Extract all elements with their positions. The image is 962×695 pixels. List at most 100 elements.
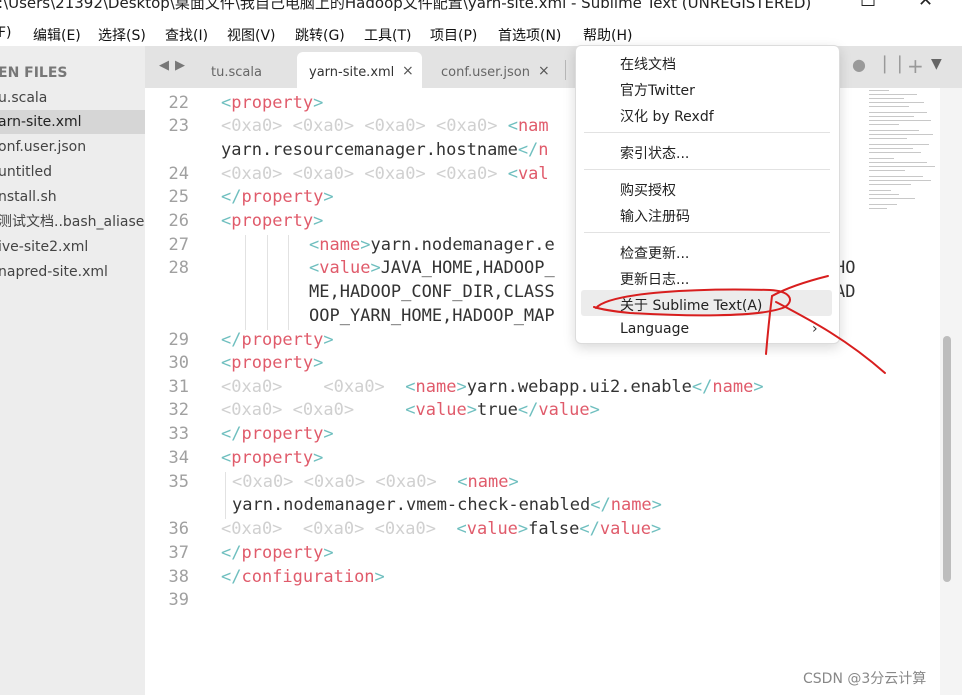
menu-preferences[interactable]: 首选项(N) xyxy=(498,25,561,45)
menu-project[interactable]: 项目(P) xyxy=(430,25,477,45)
code-line-37: </property> xyxy=(221,543,334,563)
menu-bar: F) 编辑(E) 选择(S) 查找(I) 视图(V) 跳转(G) 工具(T) 项… xyxy=(0,22,962,46)
line-number: 39 xyxy=(168,590,189,610)
sidebar-file[interactable]: untitled xyxy=(0,160,145,184)
minimap[interactable] xyxy=(867,88,939,218)
tag-property: property xyxy=(241,543,324,563)
close-icon[interactable]: ✕ xyxy=(918,0,933,11)
tab[interactable]: conf.user.json × xyxy=(427,52,557,88)
nbsp-marker: <0xa0> xyxy=(232,472,294,492)
tag-property: property xyxy=(231,93,314,113)
menu-item-language[interactable]: Language xyxy=(620,321,689,337)
tab-close-icon[interactable]: × xyxy=(402,63,414,79)
menu-item-changelog[interactable]: 更新日志... xyxy=(620,269,689,289)
line-number: 27 xyxy=(168,235,189,255)
code-line-22: <property> xyxy=(221,93,324,113)
indent-guide xyxy=(245,235,246,330)
tab-active[interactable]: yarn-site.xml × xyxy=(297,52,422,88)
value-true: true xyxy=(476,400,518,420)
window-title: :\Users\21392\Desktop\桌面文件\我自己电脑上的Hadoop… xyxy=(0,0,812,12)
help-menu-dropdown: 在线文档 官方Twitter 汉化 by Rexdf 索引状态... 购买授权 … xyxy=(575,45,840,344)
plus-icon[interactable]: + xyxy=(907,54,924,78)
line-number: 22 xyxy=(168,93,189,113)
indent-guide xyxy=(267,235,268,330)
menu-help[interactable]: 帮助(H) xyxy=(583,25,632,45)
sidebar-file[interactable]: napred-site.xml xyxy=(0,260,145,284)
nbsp-marker: <0xa0> xyxy=(292,116,355,136)
code-line-31: <0xa0> <0xa0> <name>yarn.webapp.ui2.enab… xyxy=(221,377,764,397)
code-line-29: </property> xyxy=(221,330,334,350)
sidebar-file-active[interactable]: arn-site.xml xyxy=(0,110,145,134)
nbsp-marker: <0xa0> xyxy=(221,377,283,397)
tab-label: tu.scala xyxy=(211,65,262,80)
sidebar-file[interactable]: onf.user.json xyxy=(0,135,145,159)
menu-tools[interactable]: 工具(T) xyxy=(364,25,411,45)
value-part-2: ME,HADOOP_CONF_DIR,CLASS xyxy=(309,282,555,302)
menu-edit[interactable]: 编辑(E) xyxy=(33,25,81,45)
code-line-33: </property> xyxy=(221,424,334,444)
maximize-icon[interactable]: ☐ xyxy=(860,0,876,11)
code-line-23: <0xa0> <0xa0> <0xa0> <0xa0> <nam xyxy=(221,116,549,136)
nbsp-marker: <0xa0> xyxy=(364,164,426,184)
menu-file[interactable]: F) xyxy=(0,25,12,41)
code-line-23-wrap: yarn.resourcemanager.hostname</n xyxy=(221,140,549,160)
menu-item-twitter[interactable]: 官方Twitter xyxy=(620,80,695,100)
line-number: 36 xyxy=(168,519,189,539)
property-name-partial: yarn.nodemanager.e xyxy=(370,235,555,255)
code-line-25: </property> xyxy=(221,187,334,207)
sidebar-file[interactable]: ive-site2.xml xyxy=(0,235,145,259)
tag-configuration: configuration xyxy=(241,567,375,587)
chevron-right-icon[interactable]: ▶ xyxy=(175,58,185,73)
menu-item-about[interactable]: 关于 Sublime Text(A) xyxy=(620,295,762,315)
sidebar: EN FILES u.scala arn-site.xml onf.user.j… xyxy=(0,46,145,695)
tag-name: name xyxy=(467,472,509,492)
sidebar-file[interactable]: u.scala xyxy=(0,86,145,110)
chevron-left-icon[interactable]: ◀ xyxy=(159,58,169,73)
scrollbar-thumb[interactable] xyxy=(943,336,951,582)
tag-value: value xyxy=(319,258,371,278)
dirty-dot-icon: ● xyxy=(852,55,866,74)
property-name-hostname: yarn.resourcemanager.hostname xyxy=(221,140,518,160)
menu-item-online-docs[interactable]: 在线文档 xyxy=(620,54,676,74)
tag-value: value xyxy=(466,519,518,539)
line-number: 34 xyxy=(168,448,189,468)
tab-close-icon[interactable]: × xyxy=(538,63,550,79)
nbsp-marker: <0xa0> xyxy=(436,164,498,184)
menu-item-enter-license[interactable]: 输入注册码 xyxy=(620,206,690,226)
split-icon[interactable]: ❘❘ xyxy=(877,53,907,74)
tag-name: name xyxy=(319,235,361,255)
code-line-36: <0xa0> <0xa0> <0xa0> <value>false</value… xyxy=(221,519,662,539)
line-number: 31 xyxy=(168,377,189,397)
nbsp-marker: <0xa0> xyxy=(221,519,283,539)
menu-item-localization[interactable]: 汉化 by Rexdf xyxy=(620,106,714,126)
line-number: 37 xyxy=(168,543,189,563)
menu-item-purchase-license[interactable]: 购买授权 xyxy=(620,180,676,200)
line-number: 23 xyxy=(168,116,189,136)
code-line-30: <property> xyxy=(221,353,324,373)
menu-item-index-status[interactable]: 索引状态... xyxy=(620,143,689,163)
line-number: 32 xyxy=(168,400,189,420)
nbsp-marker: <0xa0> xyxy=(221,400,283,420)
tag-property: property xyxy=(231,211,314,231)
chevron-down-icon[interactable]: ▼ xyxy=(931,56,942,72)
sidebar-file[interactable]: 测试文档..bash_aliases xyxy=(0,210,145,234)
tag-property: property xyxy=(231,353,314,373)
tag-property: property xyxy=(241,330,324,350)
code-line-27: <name>yarn.nodemanager.e xyxy=(309,235,555,255)
menu-find[interactable]: 查找(I) xyxy=(165,25,208,45)
sidebar-file[interactable]: nstall.sh xyxy=(0,185,145,209)
nbsp-marker: <0xa0> xyxy=(364,116,426,136)
line-number: 26 xyxy=(168,211,189,231)
nbsp-marker: <0xa0> xyxy=(302,519,365,539)
menu-goto[interactable]: 跳转(G) xyxy=(295,25,345,45)
line-number: 38 xyxy=(168,567,189,587)
menu-item-check-updates[interactable]: 检查更新... xyxy=(620,243,689,263)
menu-selection[interactable]: 选择(S) xyxy=(98,25,146,45)
tab-separator xyxy=(565,60,566,80)
title-bar: :\Users\21392\Desktop\桌面文件\我自己电脑上的Hadoop… xyxy=(0,0,962,14)
nbsp-marker: <0xa0> xyxy=(292,400,355,420)
tab[interactable]: tu.scala xyxy=(197,52,297,88)
tag-name: name xyxy=(712,377,754,397)
menu-view[interactable]: 视图(V) xyxy=(227,25,276,45)
value-part-1: JAVA_HOME,HADOOP_ xyxy=(380,258,555,278)
